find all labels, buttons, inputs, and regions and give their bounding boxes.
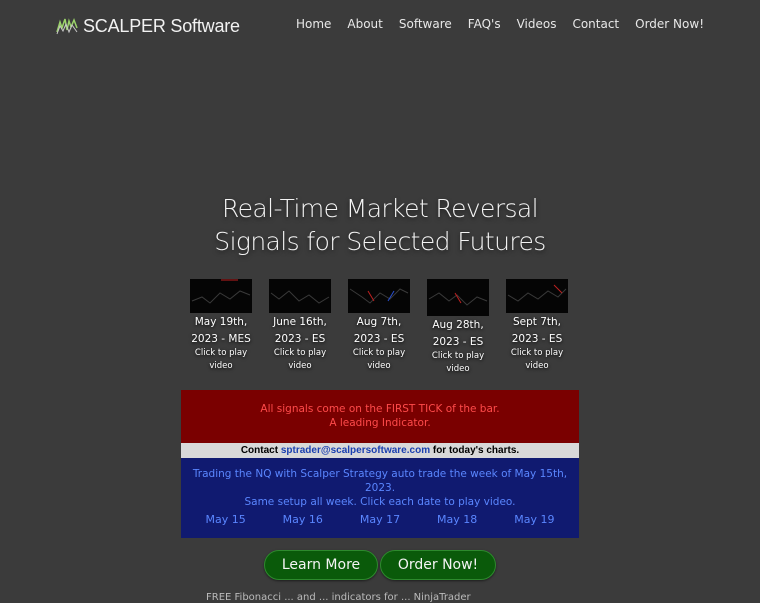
video-list: May 19th, 2023 - MES Click to play video… (183, 279, 577, 379)
contact-prefix: Contact (240, 445, 281, 456)
main-nav: Home About Software FAQ's Videos Contact… (296, 17, 704, 31)
chart-thumbnail-icon (349, 288, 409, 304)
nav-faqs[interactable]: FAQ's (468, 17, 501, 31)
contact-email-link[interactable]: sptrader@scalpersoftware.com (281, 445, 430, 456)
video-item[interactable]: Aug 28th, 2023 - ES Click to play video (420, 279, 496, 376)
video-cta: Click to play (510, 348, 564, 358)
nq-line-2: Same setup all week. Click each date to … (244, 496, 516, 508)
nav-home[interactable]: Home (296, 17, 331, 31)
video-date: Sept 7th, (512, 316, 562, 328)
first-tick-notice: All signals come on the FIRST TICK of th… (181, 390, 579, 443)
video-item[interactable]: Sept 7th, 2023 - ES Click to play video (499, 279, 575, 373)
video-item[interactable]: Aug 7th, 2023 - ES Click to play video (341, 279, 417, 373)
brand-name: SCALPER Software (83, 15, 240, 36)
video-cta-2: video (288, 361, 312, 371)
video-market: 2023 - ES (274, 333, 326, 345)
nav-about[interactable]: About (347, 17, 382, 31)
video-date: May 19th, (194, 316, 248, 328)
video-cta-2: video (367, 361, 391, 371)
chart-logo-icon (56, 17, 78, 35)
nav-order-now[interactable]: Order Now! (635, 17, 704, 31)
day-link-may-17[interactable]: May 17 (350, 513, 410, 527)
contact-strip: Contact sptrader@scalpersoftware.com for… (181, 443, 579, 458)
video-date: Aug 28th, (432, 319, 484, 331)
nq-week-panel: Trading the NQ with Scalper Strategy aut… (181, 458, 579, 538)
chart-thumbnail-icon (428, 292, 488, 306)
video-item[interactable]: June 16th, 2023 - ES Click to play video (262, 279, 338, 373)
nq-day-links: May 15 May 16 May 17 May 18 May 19 (181, 513, 579, 527)
day-link-may-16[interactable]: May 16 (273, 513, 333, 527)
learn-more-button[interactable]: Learn More (264, 550, 378, 580)
notice-line-1: All signals come on the FIRST TICK of th… (260, 403, 500, 415)
video-cta: Click to play (273, 348, 327, 358)
video-date: June 16th, (273, 316, 327, 328)
video-market: 2023 - ES (511, 333, 563, 345)
notice-line-2: A leading Indicator. (329, 417, 431, 429)
hero-headline: Real-Time Market Reversal Signals for Se… (0, 192, 760, 258)
video-thumbnail[interactable] (506, 279, 568, 313)
signals-banner: All signals come on the FIRST TICK of th… (181, 390, 579, 538)
chart-thumbnail-icon (270, 290, 330, 304)
nq-line-1: Trading the NQ with Scalper Strategy aut… (192, 468, 568, 494)
nav-contact[interactable]: Contact (572, 17, 619, 31)
video-cta: Click to play (352, 348, 406, 358)
day-link-may-19[interactable]: May 19 (504, 513, 564, 527)
video-thumbnail[interactable] (427, 279, 489, 316)
headline-line-1: Real-Time Market Reversal (221, 194, 539, 223)
day-link-may-18[interactable]: May 18 (427, 513, 487, 527)
order-now-button[interactable]: Order Now! (380, 550, 496, 580)
day-link-may-15[interactable]: May 15 (196, 513, 256, 527)
chart-thumbnail-icon (191, 279, 251, 304)
video-cta-2: video (446, 364, 470, 374)
video-date: Aug 7th, (356, 316, 402, 328)
brand-logo[interactable]: SCALPER Software (56, 14, 240, 38)
video-market: 2023 - ES (353, 333, 405, 345)
video-cta-2: video (525, 361, 549, 371)
video-cta-2: video (209, 361, 233, 371)
contact-suffix: for today's charts. (430, 445, 520, 456)
video-thumbnail[interactable] (190, 279, 252, 313)
chart-thumbnail-icon (507, 284, 567, 302)
headline-line-2: Signals for Selected Futures (214, 227, 546, 256)
video-cta: Click to play (194, 348, 248, 358)
nav-videos[interactable]: Videos (517, 17, 557, 31)
footer-promo-text: FREE Fibonacci ... and ... indicators fo… (206, 592, 471, 603)
video-item[interactable]: May 19th, 2023 - MES Click to play video (183, 279, 259, 373)
video-thumbnail[interactable] (348, 279, 410, 313)
video-market: 2023 - MES (191, 333, 251, 345)
video-thumbnail[interactable] (269, 279, 331, 313)
video-cta: Click to play (431, 351, 485, 361)
nav-software[interactable]: Software (399, 17, 452, 31)
video-market: 2023 - ES (432, 336, 484, 348)
